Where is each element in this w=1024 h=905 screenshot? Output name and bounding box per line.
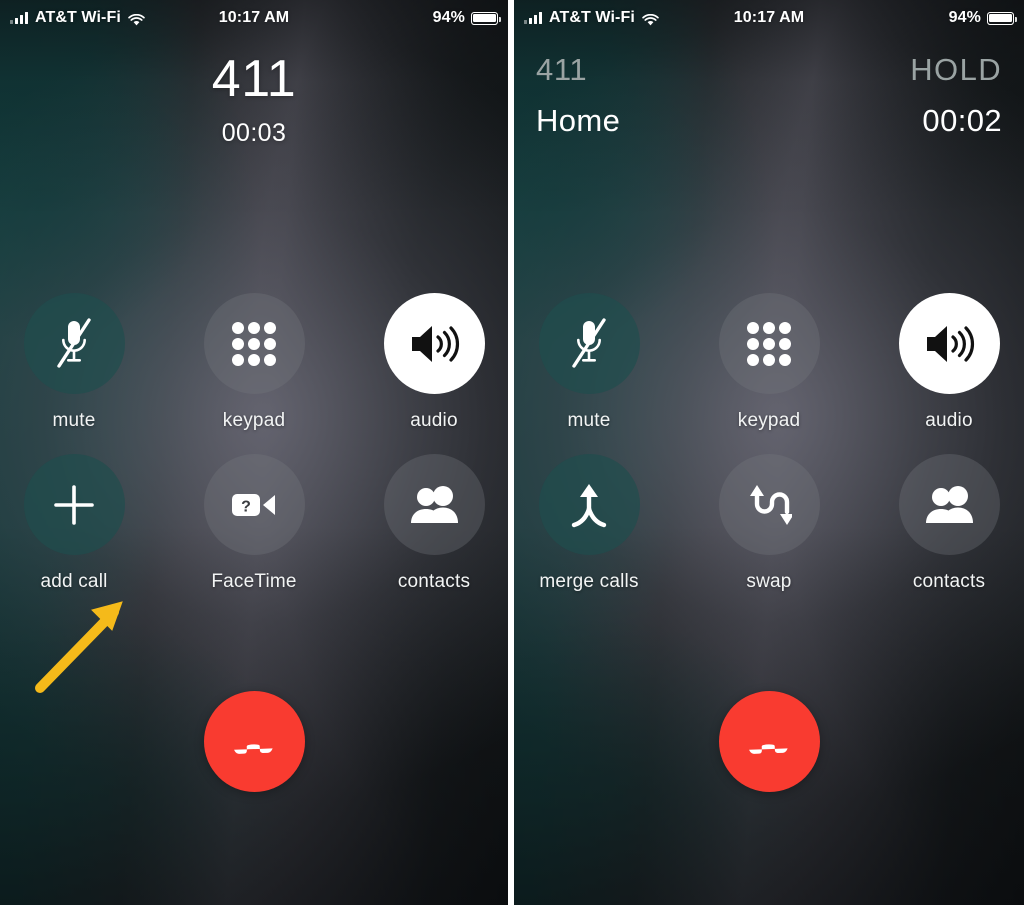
video-camera-question-icon: ?	[232, 493, 275, 516]
audio-button[interactable]: audio	[364, 293, 504, 432]
call-timer: 00:03	[221, 118, 287, 147]
phone-down-icon	[234, 743, 273, 754]
facetime-button[interactable]: ? FaceTime	[184, 454, 324, 593]
mute-button[interactable]: mute	[4, 293, 144, 432]
mute-label: mute	[567, 410, 611, 431]
swap-arrows-icon	[750, 484, 792, 525]
wifi-icon	[642, 12, 659, 25]
call-options-grid: mute keypad	[514, 293, 1024, 593]
call-options-row-2: add call ? FaceTime contacts	[0, 454, 508, 593]
status-bar: AT&T Wi-Fi 10:17 AM 94%	[0, 0, 508, 36]
end-call-button[interactable]	[203, 691, 305, 792]
speaker-waves-icon	[412, 325, 459, 362]
swap-button[interactable]: swap	[699, 454, 839, 593]
audio-button[interactable]: audio	[879, 293, 1019, 432]
mute-label: mute	[52, 410, 96, 431]
held-call-number: 411	[536, 52, 588, 87]
cellular-bars-icon	[10, 12, 28, 24]
battery-icon	[471, 11, 501, 25]
comparison-screenshot: AT&T Wi-Fi 10:17 AM 94% 411 00:03 mute k…	[0, 0, 1024, 905]
call-options-grid: mute keypad	[0, 293, 508, 593]
active-call-timer: 00:02	[922, 103, 1002, 138]
held-call-status: HOLD	[910, 52, 1002, 87]
phone-down-icon	[749, 743, 788, 754]
panel-divider	[508, 0, 514, 905]
keypad-label: keypad	[737, 410, 801, 431]
contacts-people-icon	[926, 485, 973, 523]
contacts-people-icon	[411, 485, 458, 523]
swap-label: swap	[746, 571, 792, 592]
end-call-button[interactable]	[718, 691, 820, 792]
call-options-row-1: mute keypad audio	[514, 293, 1024, 432]
battery-percent-label: 94%	[948, 9, 981, 26]
carrier-label: AT&T Wi-Fi	[35, 9, 121, 26]
cellular-bars-icon	[524, 12, 542, 24]
call-header: 411 HOLD Home 00:02	[514, 52, 1024, 139]
battery-icon	[987, 11, 1017, 25]
call-screen-single-call: AT&T Wi-Fi 10:17 AM 94% 411 00:03 mute k…	[0, 0, 508, 905]
battery-percent-label: 94%	[432, 9, 465, 26]
mute-button[interactable]: mute	[519, 293, 659, 432]
keypad-dots-icon	[232, 321, 276, 366]
carrier-label: AT&T Wi-Fi	[549, 9, 635, 26]
keypad-button[interactable]: keypad	[184, 293, 324, 432]
keypad-label: keypad	[222, 410, 286, 431]
audio-label: audio	[410, 410, 458, 431]
speaker-waves-icon	[927, 325, 974, 362]
contacts-label: contacts	[397, 571, 471, 592]
active-call-name: Home	[536, 103, 621, 138]
add-call-label: add call	[40, 571, 108, 592]
contacts-button[interactable]: contacts	[364, 454, 504, 593]
audio-label: audio	[925, 410, 973, 431]
merge-calls-label: merge calls	[539, 571, 639, 592]
keypad-button[interactable]: keypad	[699, 293, 839, 432]
contacts-button[interactable]: contacts	[879, 454, 1019, 593]
status-bar: AT&T Wi-Fi 10:17 AM 94%	[514, 0, 1024, 36]
add-call-button[interactable]: add call	[4, 454, 144, 593]
keypad-dots-icon	[747, 321, 791, 366]
facetime-label: FaceTime	[211, 571, 297, 592]
call-screen-two-calls: AT&T Wi-Fi 10:17 AM 94% 411 HOLD Home 00…	[514, 0, 1024, 905]
call-options-row-1: mute keypad audio	[0, 293, 508, 432]
microphone-slash-icon	[572, 317, 606, 368]
plus-icon	[54, 484, 94, 525]
call-header: 411 00:03	[0, 52, 508, 148]
call-options-row-2: merge calls swap contacts	[514, 454, 1024, 593]
svg-text:?: ?	[241, 498, 251, 515]
merge-calls-button[interactable]: merge calls	[519, 454, 659, 593]
wifi-icon	[128, 12, 145, 25]
merge-arrows-icon	[571, 483, 607, 527]
microphone-slash-icon	[57, 317, 91, 368]
contacts-label: contacts	[912, 571, 986, 592]
call-number: 411	[211, 50, 297, 108]
